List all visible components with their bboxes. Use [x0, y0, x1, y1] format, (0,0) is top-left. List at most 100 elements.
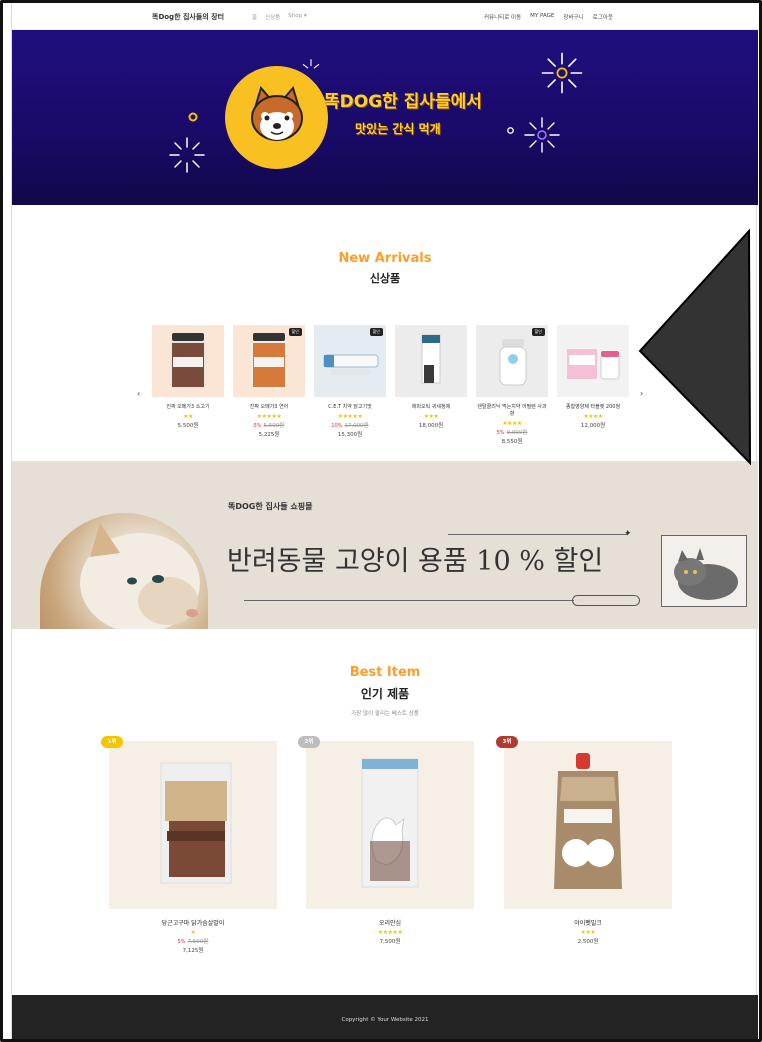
best-product-card[interactable]: 1위 당근고구마 닭가슴살말이 ★ 5% 7,500원 7,125원	[101, 736, 277, 954]
rating-stars: ★★★★★	[377, 929, 403, 936]
product-price: 7,500원	[379, 939, 401, 945]
product-name: 당근고구마 닭가슴살말이	[161, 920, 225, 927]
footer: Copyright © Your Website 2021	[12, 995, 758, 1039]
nav-link-mypage[interactable]: MY PAGE	[530, 13, 554, 21]
product-price: 15,300원	[337, 432, 363, 438]
product-price-row: 5% 5,500원	[233, 421, 305, 429]
milk-pouch-product-image	[554, 753, 622, 889]
product-price: 5,500원	[177, 423, 199, 429]
rank-badge: 2위	[298, 736, 320, 748]
product-card[interactable]: 할인 덴탈클리닉 먹는치약 어필렌 사과향 ★★★★ 5% 9,000원 8,55…	[476, 325, 548, 445]
discount-rate: 10%	[331, 423, 343, 429]
firework-icon	[524, 117, 560, 153]
caret-down-icon: ▾	[302, 13, 307, 19]
rating-stars: ★★★	[423, 413, 439, 420]
product-image[interactable]: 할인	[314, 325, 386, 397]
product-price-row: 5% 9,000원	[476, 428, 548, 436]
product-name: 진짜 오메가3 연어	[249, 404, 289, 410]
dot-icon	[188, 112, 198, 122]
product-name: 종합영양제 타블렛 200정	[565, 404, 621, 410]
shiba-dog-icon	[251, 86, 303, 141]
product-price: 12,000원	[580, 423, 606, 429]
duck-product-image	[361, 758, 419, 888]
sale-badge: 할인	[369, 328, 383, 336]
firework-icon	[541, 52, 583, 94]
dog-mascot-circle	[225, 66, 328, 169]
product-image[interactable]: 1위	[101, 736, 277, 909]
product-name: C.E.T 치약 닭고기맛	[328, 404, 372, 410]
product-image[interactable]: 3위	[496, 736, 672, 909]
brand-logo[interactable]: 똑Dog한 집사들의 장터	[152, 12, 224, 22]
product-card[interactable]: 에피오틱 귀세정제 ★★★ 18,000원	[395, 325, 467, 429]
jar-product-image	[170, 333, 206, 389]
nav-link-home[interactable]: 홈	[252, 13, 257, 21]
banner-divider	[244, 600, 574, 601]
original-price: 17,000원	[344, 423, 369, 429]
top-nav: 똑Dog한 집사들의 장터 홈 신상품 Shop ▾ 커뮤니티로 이동 MY P…	[12, 3, 758, 30]
rating-stars: ★★	[183, 413, 193, 420]
banner-divider	[448, 534, 628, 535]
product-name: 덴탈클리닉 먹는치약 어필렌 사과향	[477, 404, 547, 417]
rating-stars: ★★★★	[502, 420, 522, 427]
rating-stars: ★★★★★	[337, 413, 363, 420]
product-card[interactable]: 할인 C.E.T 치약 닭고기맛 ★★★★★ 10% 17,000원 15,300…	[314, 325, 386, 438]
banner-pill	[572, 595, 640, 606]
original-price: 5,500원	[263, 423, 285, 429]
product-price: 18,000원	[418, 423, 444, 429]
ear-cleaner-product-image	[421, 334, 441, 384]
copyright-text: Copyright © Your Website 2021	[341, 1017, 429, 1023]
browser-frame: 똑Dog한 집사들의 장터 홈 신상품 Shop ▾ 커뮤니티로 이동 MY P…	[0, 0, 762, 1042]
page: 똑Dog한 집사들의 장터 홈 신상품 Shop ▾ 커뮤니티로 이동 MY P…	[11, 3, 758, 1039]
nav-link-community[interactable]: 커뮤니티로 이동	[484, 13, 521, 21]
sparkle-icon: ✦	[624, 529, 632, 539]
product-card[interactable]: 종합영양제 타블렛 200정 ★★★★ 12,000원	[557, 325, 629, 429]
original-price: 7,500원	[187, 939, 209, 945]
product-name: 에피오틱 귀세정제	[411, 404, 451, 410]
product-price-row: 5% 7,500원	[109, 937, 277, 945]
best-product-card[interactable]: 2위 오리안심 ★★★★★ 7,500원	[298, 736, 474, 945]
product-name: 아이펫밀크	[574, 920, 602, 927]
nav-link-cart[interactable]: 장바구니	[563, 13, 583, 21]
product-name: 오리안심	[378, 920, 402, 927]
rating-stars: ★	[190, 929, 196, 936]
sale-badge: 할인	[288, 328, 302, 336]
product-price: 5,225원	[258, 432, 280, 438]
banner-subtitle: 똑DOG한 집사들 쇼핑몰	[228, 502, 313, 511]
product-image[interactable]	[395, 325, 467, 397]
nav-links: 홈 신상품 Shop ▾	[252, 13, 307, 21]
best-product-card[interactable]: 3위 아이펫밀크 ★★★ 2,500원	[496, 736, 672, 945]
nav-link-new[interactable]: 신상품	[265, 13, 280, 21]
discount-rate: 5%	[177, 939, 186, 945]
nav-right-links: 커뮤니티로 이동 MY PAGE 장바구니 로그아웃	[484, 13, 613, 21]
cat-photo	[40, 513, 208, 629]
discount-rate: 5%	[496, 430, 505, 436]
hero-banner[interactable]: 똑DOG한 집사들에서 맛있는 간식 먹개	[12, 30, 758, 205]
best-item-subtitle: 인기 제품	[360, 687, 410, 701]
discount-rate: 5%	[253, 423, 262, 429]
product-image[interactable]: 할인	[233, 325, 305, 397]
dot-icon	[507, 127, 514, 134]
product-image[interactable]	[557, 325, 629, 397]
product-image[interactable]: 할인	[476, 325, 548, 397]
hero-headline: 똑DOG한 집사들에서	[324, 92, 482, 112]
sale-badge: 할인	[531, 328, 545, 336]
nav-link-shop[interactable]: Shop ▾	[288, 13, 306, 21]
product-image[interactable]	[152, 325, 224, 397]
hero-subheadline: 맛있는 간식 먹개	[355, 122, 441, 136]
callout-pointer	[638, 229, 752, 465]
supplement-product-image	[567, 349, 620, 380]
best-item-caption: 가장 많이 팔리는 베스트 상품	[351, 711, 419, 717]
rating-stars: ★★★	[580, 929, 596, 936]
product-image[interactable]: 2위	[298, 736, 474, 909]
rating-stars: ★★★★★	[256, 413, 282, 420]
carousel-prev-button[interactable]: ‹	[137, 389, 140, 398]
jerky-product-image	[160, 762, 232, 884]
cat-thumbnail	[661, 535, 747, 607]
product-price-row: 10% 17,000원	[314, 421, 386, 429]
nav-link-logout[interactable]: 로그아웃	[593, 13, 613, 21]
product-card[interactable]: 진짜 오메가3 소고기 ★★ 5,500원	[152, 325, 224, 429]
product-card[interactable]: 할인 진짜 오메가3 연어 ★★★★★ 5% 5,500원 5,225원	[233, 325, 305, 438]
original-price: 9,000원	[506, 430, 528, 436]
product-price: 8,550원	[501, 439, 523, 445]
rank-badge: 1위	[101, 736, 123, 748]
